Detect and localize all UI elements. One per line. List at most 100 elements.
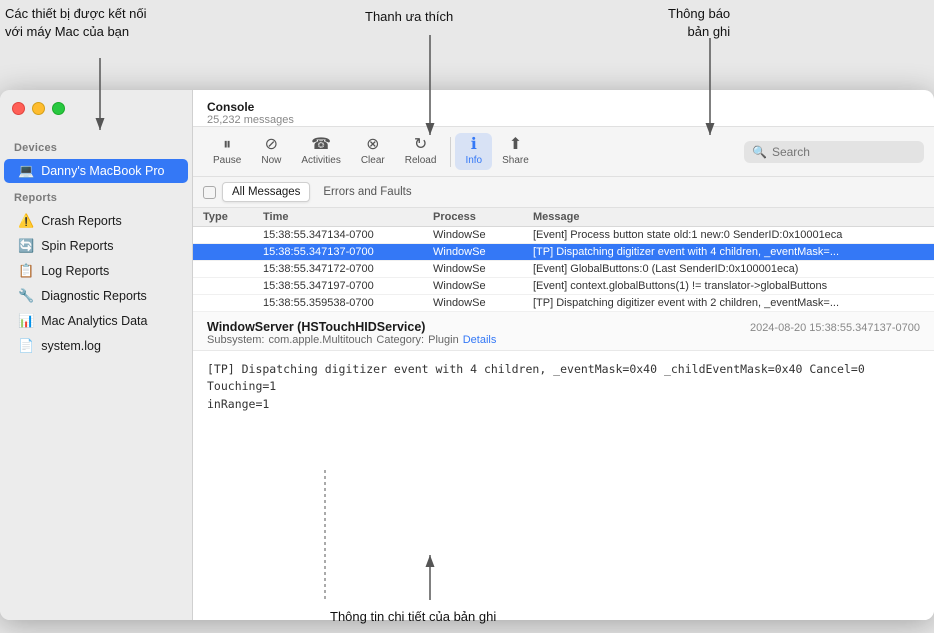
annotation-top-right: Thông báo bản ghi (668, 5, 730, 40)
tab-all-messages[interactable]: All Messages (222, 182, 310, 202)
clear-label: Clear (361, 155, 385, 166)
col-header-time: Time (263, 211, 433, 223)
laptop-icon: 💻 (18, 163, 34, 179)
annotation-top-left: Các thiết bị được kết nối với máy Mac củ… (5, 5, 147, 40)
filter-checkbox[interactable] (203, 186, 216, 199)
sidebar-item-system-log[interactable]: 📄 system.log (4, 334, 188, 358)
share-icon: ⬆ (509, 137, 522, 153)
subsystem-label: Subsystem: (207, 334, 264, 346)
sidebar-item-macbook[interactable]: 💻 Danny's MacBook Pro (4, 159, 188, 183)
console-message-count: 25,232 messages (207, 114, 920, 126)
reload-label: Reload (405, 155, 437, 166)
detail-meta: Subsystem: com.apple.Multitouch Category… (207, 334, 920, 346)
log-icon: 📋 (18, 263, 34, 279)
col-header-type: Type (203, 211, 263, 223)
sidebar-item-diagnostic-reports[interactable]: 🔧 Diagnostic Reports (4, 284, 188, 308)
traffic-lights (12, 102, 65, 115)
maximize-button[interactable] (52, 102, 65, 115)
now-button[interactable]: ⊘ Now (251, 133, 291, 170)
row1-process: WindowSe (433, 229, 533, 241)
col-header-message: Message (533, 211, 924, 223)
pause-icon: ⏸ (223, 137, 231, 153)
row5-time: 15:38:55.359538-0700 (263, 297, 433, 309)
annotation-top-center: Thanh ưa thích (365, 8, 453, 26)
reports-section-label: Reports (0, 184, 192, 208)
sidebar-item-spin-reports[interactable]: 🔄 Spin Reports (4, 234, 188, 258)
filter-tabs: All Messages Errors and Faults (193, 177, 934, 208)
spin-icon: 🔄 (18, 238, 34, 254)
main-window: Devices 💻 Danny's MacBook Pro Reports ⚠️… (0, 90, 934, 620)
log-row[interactable]: 15:38:55.347197-0700 WindowSe [Event] co… (193, 278, 934, 295)
now-icon: ⊘ (265, 137, 278, 153)
reload-button[interactable]: ↻ Reload (395, 133, 447, 170)
row1-message: [Event] Process button state old:1 new:0… (533, 229, 924, 241)
pause-label: Pause (213, 155, 241, 166)
row3-time: 15:38:55.347172-0700 (263, 263, 433, 275)
sidebar-item-log-reports[interactable]: 📋 Log Reports (4, 259, 188, 283)
console-title: Console (207, 100, 920, 114)
file-icon: 📄 (18, 338, 34, 354)
info-icon: ℹ (471, 137, 477, 153)
log-row[interactable]: 15:38:55.347134-0700 WindowSe [Event] Pr… (193, 227, 934, 244)
log-row[interactable]: 15:38:55.359538-0700 WindowSe [TP] Dispa… (193, 295, 934, 312)
console-header: Console 25,232 messages (193, 90, 934, 127)
row1-time: 15:38:55.347134-0700 (263, 229, 433, 241)
row4-time: 15:38:55.347197-0700 (263, 280, 433, 292)
warning-icon: ⚠️ (18, 213, 34, 229)
spin-reports-label: Spin Reports (41, 239, 113, 253)
sidebar-item-mac-analytics[interactable]: 📊 Mac Analytics Data (4, 309, 188, 333)
clear-button[interactable]: ⊗ Clear (351, 133, 395, 170)
minimize-button[interactable] (32, 102, 45, 115)
log-reports-label: Log Reports (41, 264, 109, 278)
activities-label: Activities (301, 155, 340, 166)
row5-message: [TP] Dispatching digitizer event with 2 … (533, 297, 924, 309)
log-row[interactable]: 15:38:55.347172-0700 WindowSe [Event] Gl… (193, 261, 934, 278)
detail-process: WindowServer (HSTouchHIDService) (207, 320, 425, 334)
info-label: Info (465, 155, 482, 166)
category-label: Category: (376, 334, 424, 346)
log-row-selected[interactable]: 15:38:55.347137-0700 WindowSe [TP] Dispa… (193, 244, 934, 261)
row2-process: WindowSe (433, 246, 533, 258)
clear-icon: ⊗ (366, 137, 379, 153)
row2-message: [TP] Dispatching digitizer event with 4 … (533, 246, 924, 258)
row4-process: WindowSe (433, 280, 533, 292)
col-header-process: Process (433, 211, 533, 223)
detail-timestamp: 2024-08-20 15:38:55.347137-0700 (750, 322, 920, 334)
share-button[interactable]: ⬆ Share (492, 133, 539, 170)
tab-errors-faults[interactable]: Errors and Faults (314, 183, 420, 201)
share-label: Share (502, 155, 529, 166)
log-rows: 15:38:55.347134-0700 WindowSe [Event] Pr… (193, 227, 934, 312)
diagnostic-reports-label: Diagnostic Reports (41, 289, 147, 303)
reload-icon: ↻ (414, 137, 427, 153)
row4-message: [Event] context.globalButtons(1) != tran… (533, 280, 924, 292)
search-box[interactable]: 🔍 (744, 141, 924, 163)
info-button[interactable]: ℹ Info (455, 133, 492, 170)
row3-process: WindowSe (433, 263, 533, 275)
row3-message: [Event] GlobalButtons:0 (Last SenderID:0… (533, 263, 924, 275)
analytics-icon: 📊 (18, 313, 34, 329)
pause-button[interactable]: ⏸ Pause (203, 133, 251, 170)
devices-section-label: Devices (0, 134, 192, 158)
sidebar: Devices 💻 Danny's MacBook Pro Reports ⚠️… (0, 90, 193, 620)
row5-process: WindowSe (433, 297, 533, 309)
detail-header: WindowServer (HSTouchHIDService) 2024-08… (193, 312, 934, 351)
diagnostic-icon: 🔧 (18, 288, 34, 304)
sidebar-item-crash-reports[interactable]: ⚠️ Crash Reports (4, 209, 188, 233)
detail-body: [TP] Dispatching digitizer event with 4 … (193, 351, 934, 620)
device-name: Danny's MacBook Pro (41, 164, 164, 178)
crash-reports-label: Crash Reports (41, 214, 122, 228)
search-icon: 🔍 (752, 145, 767, 159)
search-input[interactable] (772, 145, 916, 159)
close-button[interactable] (12, 102, 25, 115)
now-label: Now (261, 155, 281, 166)
main-content: Console 25,232 messages ⏸ Pause ⊘ Now ☎ … (193, 90, 934, 620)
activities-button[interactable]: ☎ Activities (291, 133, 350, 170)
subsystem-value: com.apple.Multitouch (268, 334, 372, 346)
row2-time: 15:38:55.347137-0700 (263, 246, 433, 258)
table-header: Type Time Process Message (193, 208, 934, 227)
details-link[interactable]: Details (463, 334, 497, 346)
category-value: Plugin (428, 334, 459, 346)
mac-analytics-label: Mac Analytics Data (41, 314, 147, 328)
system-log-label: system.log (41, 339, 101, 353)
activities-icon: ☎ (311, 137, 331, 153)
